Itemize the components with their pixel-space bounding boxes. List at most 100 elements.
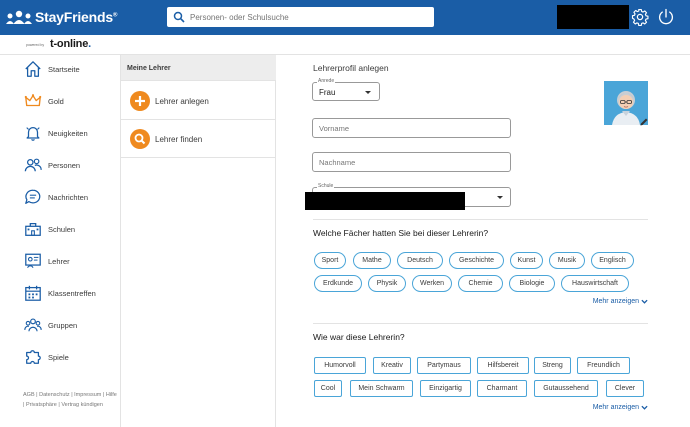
crown-icon: [24, 94, 42, 107]
top-bar: StayFriends®: [0, 0, 690, 35]
subject-chip[interactable]: Geschichte: [449, 252, 504, 269]
trait-tag[interactable]: Clever: [606, 380, 644, 397]
sidebar-item-label: Klassentreffen: [48, 288, 96, 298]
partner-bar: powered by t-online.: [0, 35, 690, 55]
anrede-value: Frau: [319, 88, 336, 97]
vorname-field[interactable]: [312, 118, 511, 138]
chevron-down-icon: [497, 196, 503, 199]
subject-chip[interactable]: Deutsch: [397, 252, 443, 269]
stayfriends-logo[interactable]: StayFriends®: [6, 7, 117, 27]
schule-caption: Schule: [317, 183, 335, 189]
trait-tag[interactable]: Kreativ: [373, 357, 411, 374]
subject-chip[interactable]: Mathe: [353, 252, 391, 269]
subject-chip[interactable]: Physik: [368, 275, 406, 292]
subject-chip[interactable]: Biologie: [509, 275, 555, 292]
teacher-menu-title: Meine Lehrer: [127, 65, 171, 72]
add-teacher-label: Lehrer anlegen: [155, 97, 209, 106]
find-teacher-label: Lehrer finden: [155, 135, 203, 144]
chat-icon: [25, 189, 41, 204]
page-title: Lehrerprofil anlegen: [313, 63, 389, 73]
plus-icon: [130, 91, 150, 111]
sidebar-item-label: Spiele: [48, 352, 69, 362]
sidebar-item-label: Startseite: [48, 64, 80, 74]
teacher-icon: [25, 253, 41, 269]
subjects-more-link[interactable]: Mehr anzeigen: [593, 298, 648, 305]
sidebar-item-spiele[interactable]: Spiele: [0, 345, 121, 369]
trait-tag[interactable]: Streng: [534, 357, 571, 374]
sidebar-item-gruppen[interactable]: Gruppen: [0, 313, 121, 337]
sidebar-item-label: Schulen: [48, 224, 76, 234]
groups-icon: [24, 318, 42, 332]
subject-chip[interactable]: Chemie: [458, 275, 503, 292]
logo-text: StayFriends®: [35, 9, 118, 25]
trait-tag[interactable]: Partymaus: [417, 357, 471, 374]
divider: [313, 323, 648, 324]
magnifier-icon: [130, 129, 150, 149]
sidebar-item-label: Gold: [48, 96, 64, 106]
teacher-menu: Meine Lehrer Lehrer anlegen Lehrer finde…: [121, 55, 276, 427]
sidebar-item-label: Personen: [48, 160, 81, 170]
subject-chip[interactable]: Sport: [314, 252, 346, 269]
traits-more-link[interactable]: Mehr anzeigen: [593, 404, 648, 411]
sidebar-item-klassentreffen[interactable]: Klassentreffen: [0, 281, 121, 305]
find-teacher-button[interactable]: Lehrer finden: [121, 120, 276, 158]
sidebar-item-label: Nachrichten: [48, 192, 89, 202]
trait-tag[interactable]: Humorvoll: [314, 357, 366, 374]
nachname-field[interactable]: [312, 152, 511, 172]
subjects-question: Welche Fächer hatten Sie bei dieser Lehr…: [313, 228, 489, 238]
sidebar-item-label: Gruppen: [48, 320, 78, 330]
subject-chip[interactable]: Werken: [412, 275, 452, 292]
footer-links[interactable]: AGB | Datenschutz | Impressum | Hilfe | …: [23, 391, 118, 410]
redacted-account: [557, 5, 629, 29]
sidebar-item-gold[interactable]: Gold: [0, 89, 121, 113]
sidebar-item-label: Neuigkeiten: [48, 128, 88, 138]
anrede-select[interactable]: Frau: [312, 82, 380, 101]
chevron-down-icon: [641, 405, 648, 410]
sidebar-item-label: Lehrer: [48, 256, 70, 266]
school-icon: [25, 222, 41, 236]
sidebar: Startseite Gold Neuigkeiten Personen Nac…: [0, 55, 121, 427]
more-label: Mehr anzeigen: [592, 298, 639, 305]
more-label: Mehr anzeigen: [592, 404, 639, 411]
sidebar-item-nachrichten[interactable]: Nachrichten: [0, 185, 121, 209]
trait-tag[interactable]: Hilfsbereit: [477, 357, 529, 374]
bell-icon: [26, 126, 40, 141]
chevron-down-icon: [365, 91, 371, 94]
t-online-logo: t-online.: [50, 38, 91, 50]
teacher-menu-header: Meine Lehrer: [121, 55, 276, 81]
subject-chip[interactable]: Hauswirtschaft: [561, 275, 629, 292]
pencil-icon[interactable]: [639, 117, 649, 127]
sidebar-item-schulen[interactable]: Schulen: [0, 217, 121, 241]
trait-tag[interactable]: Mein Schwarm: [350, 380, 413, 397]
power-icon[interactable]: [657, 8, 675, 26]
gear-icon[interactable]: [631, 8, 649, 26]
subject-chip[interactable]: Musik: [549, 252, 585, 269]
anrede-caption: Anrede: [317, 78, 336, 84]
trait-tag[interactable]: Einzigartig: [420, 380, 471, 397]
calendar-icon: [25, 285, 41, 301]
search-input[interactable]: [190, 12, 430, 22]
traits-question: Wie war diese Lehrerin?: [313, 332, 405, 342]
trait-tag[interactable]: Charmant: [477, 380, 527, 397]
sidebar-item-neuigkeiten[interactable]: Neuigkeiten: [0, 121, 121, 145]
trait-tag[interactable]: Freundlich: [577, 357, 630, 374]
search-box[interactable]: [167, 7, 434, 27]
main-content: Lehrerprofil anlegen Frau Anrede Schule …: [276, 55, 690, 427]
home-icon: [25, 61, 41, 77]
people-logo-icon: [6, 10, 32, 24]
sidebar-item-lehrer[interactable]: Lehrer: [0, 249, 121, 273]
puzzle-icon: [26, 350, 41, 364]
sidebar-item-startseite[interactable]: Startseite: [0, 57, 121, 81]
trait-tag[interactable]: Gutaussehend: [534, 380, 598, 397]
subject-chip[interactable]: Erdkunde: [314, 275, 362, 292]
trait-tag[interactable]: Cool: [314, 380, 342, 397]
subject-chip[interactable]: Englisch: [591, 252, 634, 269]
chevron-down-icon: [641, 299, 648, 304]
search-icon: [173, 11, 185, 23]
subject-chip[interactable]: Kunst: [510, 252, 543, 269]
people-icon: [24, 158, 42, 172]
add-teacher-button[interactable]: Lehrer anlegen: [121, 82, 276, 120]
powered-by-text: powered by: [26, 43, 45, 47]
sidebar-item-personen[interactable]: Personen: [0, 153, 121, 177]
redacted-school: [305, 192, 465, 210]
